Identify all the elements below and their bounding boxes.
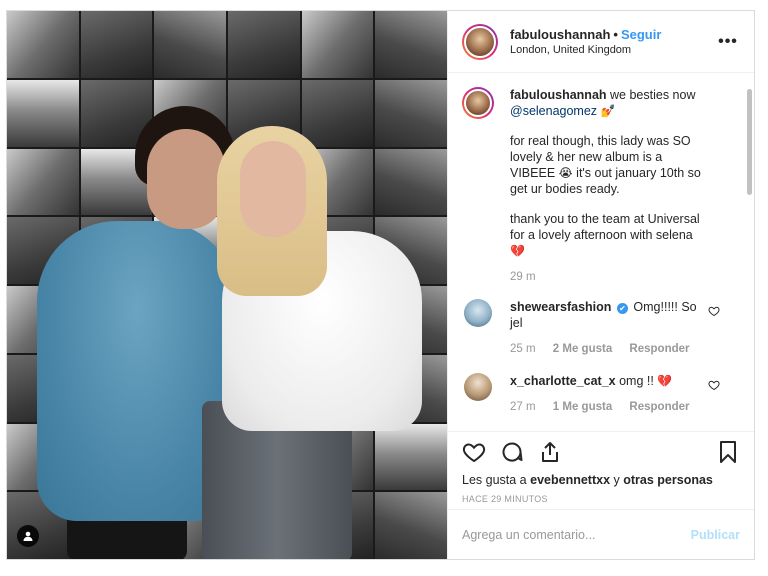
share-icon[interactable] <box>538 440 562 464</box>
likes-summary: Les gusta a evebennettxx y otras persona… <box>462 472 740 488</box>
caption-text-1: we besties now <box>610 88 696 102</box>
likes-joiner: y <box>613 473 620 487</box>
crying-emoji: 😭 <box>558 166 573 180</box>
bookmark-icon[interactable] <box>716 440 740 464</box>
comments-list[interactable]: fabuloushannah we besties now @selenagom… <box>448 73 754 431</box>
caption-avatar[interactable] <box>462 87 494 119</box>
post-side-panel: fabuloushannah • Seguir London, United Kin… <box>447 11 754 559</box>
likes-others-link[interactable]: otras personas <box>623 473 713 487</box>
comment-row: x_charlotte_cat_x omg !! 💔 27 m 1 Me gus… <box>462 373 740 415</box>
comment-time[interactable]: 27 m <box>510 401 536 413</box>
broken-heart-emoji: 💔 <box>657 374 673 388</box>
nail-polish-emoji: 💅 <box>600 104 616 118</box>
comment-text: omg !! <box>619 374 654 388</box>
instagram-post: fabuloushannah • Seguir London, United Kin… <box>6 10 755 560</box>
likes-prefix: Les gusta a <box>462 473 527 487</box>
heart-icon[interactable] <box>462 440 486 464</box>
author-username[interactable]: fabuloushannah <box>510 27 610 42</box>
post-photo[interactable] <box>7 11 447 559</box>
comment-heart-icon[interactable] <box>708 379 720 391</box>
person-left-face <box>147 129 225 229</box>
comment-likes[interactable]: 2 Me gusta <box>553 343 612 355</box>
follow-button[interactable]: Seguir <box>621 27 661 42</box>
publish-button[interactable]: Publicar <box>691 528 740 542</box>
comment-likes[interactable]: 1 Me gusta <box>553 401 612 413</box>
post-header: fabuloushannah • Seguir London, United Kin… <box>448 11 754 73</box>
post-timestamp[interactable]: Hace 29 minutos <box>462 494 740 504</box>
commenter-avatar[interactable] <box>464 373 492 401</box>
header-separator: • <box>613 26 618 42</box>
comment-time[interactable]: 25 m <box>510 343 536 355</box>
post-location[interactable]: London, United Kingdom <box>510 43 716 57</box>
add-comment-bar: Publicar <box>448 509 754 559</box>
caption-username[interactable]: fabuloushannah <box>510 88 607 102</box>
more-icon[interactable]: ••• <box>716 33 740 51</box>
comment-row: shewearsfashion ✔ Omg!!!!! So jel 25 m 2… <box>462 299 740 357</box>
likes-user-link[interactable]: evebennettxx <box>530 473 610 487</box>
comment-icon[interactable] <box>500 440 524 464</box>
comments-scrollbar[interactable] <box>747 89 752 195</box>
caption-time[interactable]: 29 m <box>510 271 536 283</box>
caption: fabuloushannah we besties now @selenagom… <box>462 87 740 285</box>
reply-button[interactable]: Responder <box>629 401 689 413</box>
user-tag-icon[interactable] <box>17 525 39 547</box>
caption-mention-link[interactable]: @selenagomez <box>510 104 597 118</box>
comment-username[interactable]: shewearsfashion <box>510 300 611 314</box>
person-right-face <box>240 141 306 237</box>
verified-icon: ✔ <box>616 303 628 314</box>
comment-heart-icon[interactable] <box>708 305 720 317</box>
commenter-avatar[interactable] <box>464 299 492 327</box>
broken-heart-emoji: 💔 <box>510 244 525 258</box>
comment-input[interactable] <box>462 527 691 542</box>
reply-button[interactable]: Responder <box>629 343 689 355</box>
post-actions: Les gusta a evebennettxx y otras persona… <box>448 431 754 504</box>
comment-username[interactable]: x_charlotte_cat_x <box>510 374 616 388</box>
author-avatar[interactable] <box>462 23 498 60</box>
caption-paragraph-3: thank you to the team at Universal for a… <box>510 212 700 242</box>
